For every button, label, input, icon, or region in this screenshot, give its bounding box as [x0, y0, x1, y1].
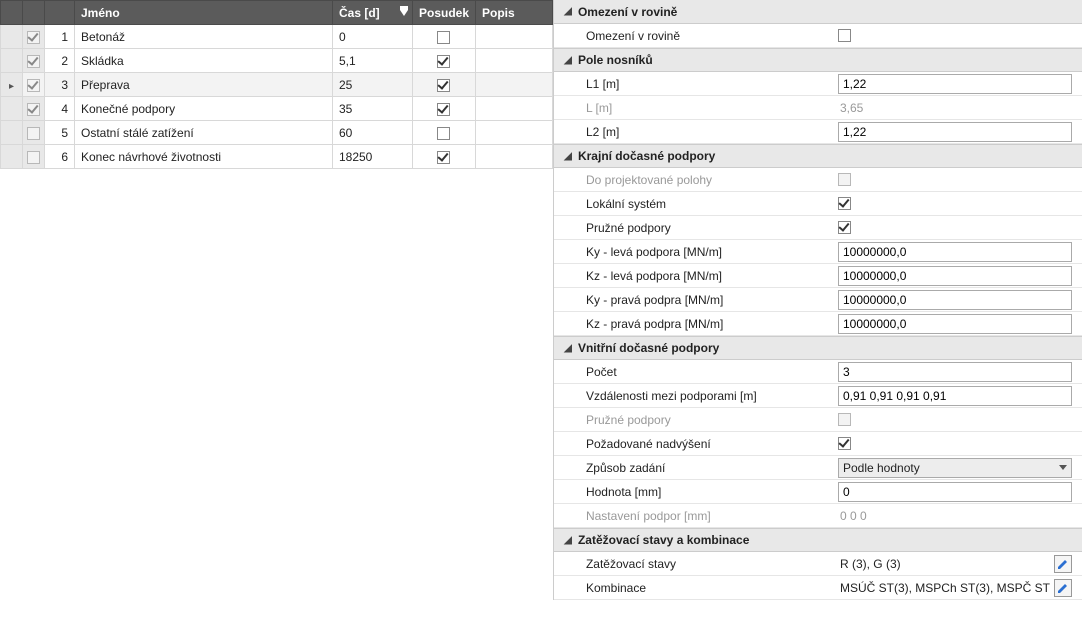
row-name[interactable]: Konečné podpory	[75, 97, 333, 121]
support-settings-value: 0 0 0	[838, 509, 867, 523]
row-time[interactable]: 35	[332, 97, 412, 121]
row-enable-checkbox[interactable]	[27, 79, 40, 92]
inner-spring-checkbox	[838, 413, 851, 426]
row-number: 4	[45, 97, 75, 121]
col-time[interactable]: Čas [d]	[332, 1, 412, 25]
filter-icon[interactable]	[400, 10, 408, 16]
table-row[interactable]: 1Betonáž0	[1, 25, 553, 49]
row-name[interactable]: Ostatní stálé zatížení	[75, 121, 333, 145]
section-girder-field[interactable]: ◢Pole nosníků	[554, 48, 1082, 72]
row-time[interactable]: 0	[332, 25, 412, 49]
row-assess-checkbox[interactable]	[437, 103, 450, 116]
row-time[interactable]: 60	[332, 121, 412, 145]
properties-panel: ◢Omezení v rovině Omezení v rovině ◢Pole…	[554, 0, 1082, 600]
value-input[interactable]	[838, 482, 1072, 502]
row-number: 1	[45, 25, 75, 49]
row-number: 6	[45, 145, 75, 169]
row-time[interactable]: 5,1	[332, 49, 412, 73]
col-desc[interactable]: Popis	[476, 1, 553, 25]
row-assess-checkbox[interactable]	[437, 79, 450, 92]
required-rise-checkbox[interactable]	[838, 437, 851, 450]
section-plane-restriction[interactable]: ◢Omezení v rovině	[554, 0, 1082, 24]
row-enable-checkbox[interactable]	[27, 31, 40, 44]
prop-plane-restriction: Omezení v rovině	[554, 24, 1082, 48]
spring-supports-checkbox[interactable]	[838, 221, 851, 234]
collapse-icon: ◢	[558, 6, 578, 17]
table-row[interactable]: 3Přeprava25	[1, 73, 553, 97]
row-enable-checkbox[interactable]	[27, 127, 40, 140]
row-assess-checkbox[interactable]	[437, 151, 450, 164]
row-time[interactable]: 25	[332, 73, 412, 97]
row-number: 3	[45, 73, 75, 97]
row-selector-icon	[9, 78, 14, 92]
table-row[interactable]: 6Konec návrhové životnosti18250	[1, 145, 553, 169]
local-system-checkbox[interactable]	[838, 197, 851, 210]
collapse-icon: ◢	[558, 343, 578, 354]
row-desc[interactable]	[476, 121, 553, 145]
chevron-down-icon	[1059, 465, 1067, 470]
row-assess-checkbox[interactable]	[437, 55, 450, 68]
row-assess-checkbox[interactable]	[437, 31, 450, 44]
row-name[interactable]: Betonáž	[75, 25, 333, 49]
edit-load-cases-button[interactable]	[1054, 555, 1072, 573]
kz-left-input[interactable]	[838, 266, 1072, 286]
col-name[interactable]: Jméno	[75, 1, 333, 25]
row-name[interactable]: Přeprava	[75, 73, 333, 97]
ky-right-input[interactable]	[838, 290, 1072, 310]
row-name[interactable]: Konec návrhové životnosti	[75, 145, 333, 169]
row-enable-checkbox[interactable]	[27, 151, 40, 164]
row-desc[interactable]	[476, 145, 553, 169]
kz-right-input[interactable]	[838, 314, 1072, 334]
row-desc[interactable]	[476, 49, 553, 73]
ky-left-input[interactable]	[838, 242, 1072, 262]
combinations-value: MSÚČ ST(3), MSPCh ST(3), MSPČ ST	[838, 581, 1050, 595]
l2-input[interactable]	[838, 122, 1072, 142]
distances-input[interactable]	[838, 386, 1072, 406]
plane-checkbox[interactable]	[838, 29, 851, 42]
row-assess-checkbox[interactable]	[437, 127, 450, 140]
row-number: 5	[45, 121, 75, 145]
table-header-row: Jméno Čas [d] Posudek Popis	[1, 1, 553, 25]
load-cases-value: R (3), G (3)	[838, 557, 1050, 571]
table-row[interactable]: 4Konečné podpory35	[1, 97, 553, 121]
row-enable-checkbox[interactable]	[27, 55, 40, 68]
phases-table: Jméno Čas [d] Posudek Popis 1Betonáž02Sk…	[0, 0, 554, 600]
row-desc[interactable]	[476, 97, 553, 121]
section-load-cases[interactable]: ◢Zatěžovací stavy a kombinace	[554, 528, 1082, 552]
table-row[interactable]: 2Skládka5,1	[1, 49, 553, 73]
table-row[interactable]: 5Ostatní stálé zatížení60	[1, 121, 553, 145]
row-number: 2	[45, 49, 75, 73]
input-mode-select[interactable]: Podle hodnoty	[838, 458, 1072, 478]
row-name[interactable]: Skládka	[75, 49, 333, 73]
proj-checkbox	[838, 173, 851, 186]
row-desc[interactable]	[476, 73, 553, 97]
edit-combinations-button[interactable]	[1054, 579, 1072, 597]
row-enable-checkbox[interactable]	[27, 103, 40, 116]
l1-input[interactable]	[838, 74, 1072, 94]
l-length-label: L [m]	[554, 101, 834, 115]
l-length-value: 3,65	[838, 101, 863, 115]
row-time[interactable]: 18250	[332, 145, 412, 169]
collapse-icon: ◢	[558, 535, 578, 546]
collapse-icon: ◢	[558, 151, 578, 162]
section-outer-supports[interactable]: ◢Krajní dočasné podpory	[554, 144, 1082, 168]
col-assess[interactable]: Posudek	[412, 1, 475, 25]
row-desc[interactable]	[476, 25, 553, 49]
count-input[interactable]	[838, 362, 1072, 382]
collapse-icon: ◢	[558, 55, 578, 66]
section-inner-supports[interactable]: ◢Vnitřní dočasné podpory	[554, 336, 1082, 360]
